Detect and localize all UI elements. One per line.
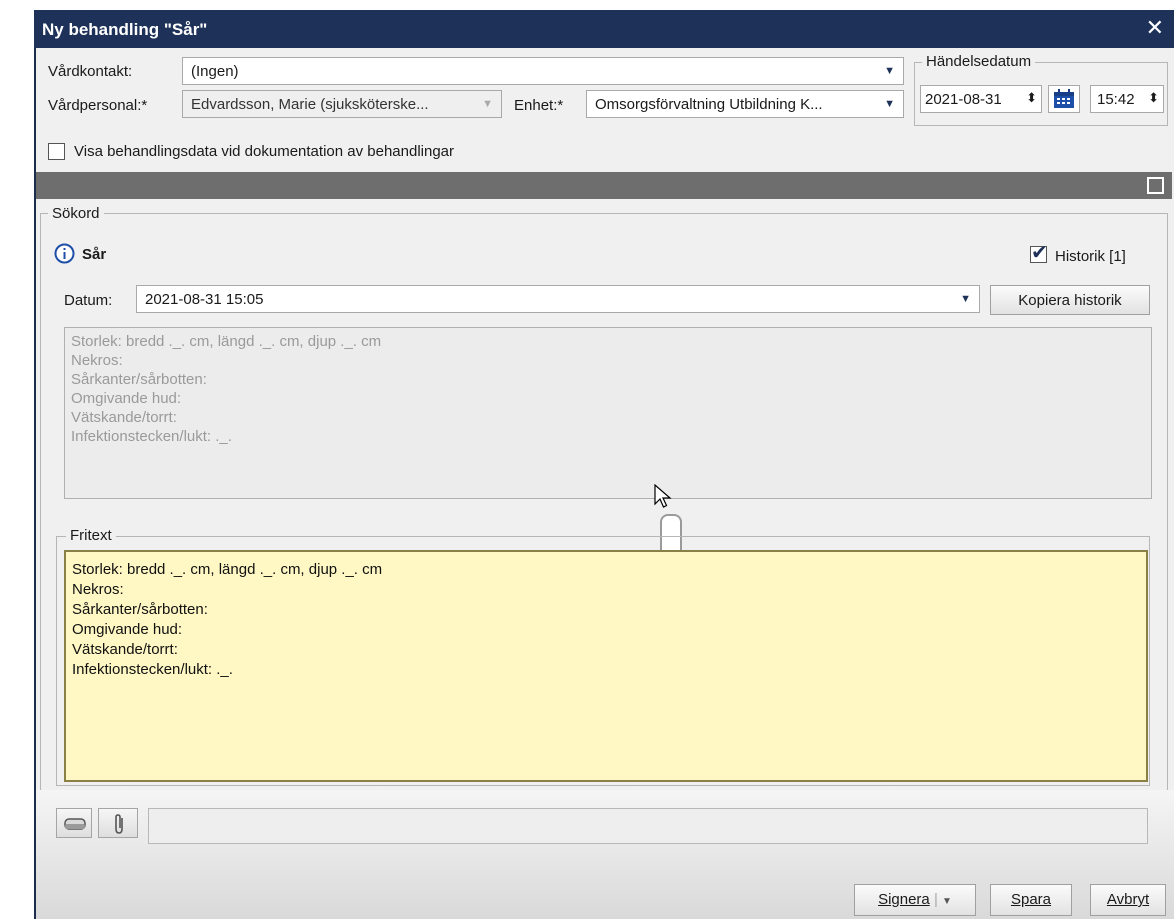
time-input[interactable]: 15:42 ⬍ <box>1090 85 1164 113</box>
vardkontakt-label: Vårdkontakt: <box>48 63 133 80</box>
dialog-titlebar: Ny behandling "Sår" ✕ <box>34 10 1174 48</box>
paperclip-icon <box>115 814 123 834</box>
signera-label: Signera <box>878 891 930 908</box>
spinner-icon[interactable]: ⬍ <box>1026 90 1037 106</box>
attachment-field[interactable] <box>148 808 1148 844</box>
eraser-icon <box>64 818 86 830</box>
history-textarea[interactable]: Storlek: bredd ._. cm, längd ._. cm, dju… <box>64 327 1152 499</box>
sokord-title: Sökord <box>48 205 104 222</box>
datum-select[interactable]: 2021-08-31 15:05 ▼ <box>136 285 980 313</box>
signera-button[interactable]: Signera | ▼ <box>854 884 976 916</box>
fritext-title: Fritext <box>66 527 116 544</box>
kopiera-historik-button[interactable]: Kopiera historik <box>990 285 1150 315</box>
spara-label: Spara <box>1010 891 1052 908</box>
historik-label: Historik [1] <box>1055 248 1126 265</box>
chevron-down-icon: ▼ <box>884 65 895 77</box>
enhet-label: Enhet:* <box>514 97 564 114</box>
chevron-down-icon: ▼ <box>482 98 493 110</box>
dropdown-separator: | <box>933 891 938 908</box>
spinner-icon[interactable]: ⬍ <box>1148 90 1159 106</box>
chevron-down-icon: ▼ <box>960 293 971 305</box>
date-value: 2021-08-31 <box>925 91 1002 108</box>
vardpersonal-value: Edvardsson, Marie (sjuksköterske... <box>191 96 429 113</box>
handelsedatum-title: Händelsedatum <box>922 53 1036 70</box>
search-term: Sår <box>82 246 107 263</box>
chevron-down-icon: ▼ <box>884 98 895 110</box>
info-icon[interactable] <box>54 243 75 264</box>
eraser-button[interactable] <box>56 808 92 838</box>
spara-button[interactable]: Spara <box>990 884 1072 916</box>
vardkontakt-select[interactable]: (Ingen) ▼ <box>182 57 904 85</box>
kopiera-historik-label: Kopiera historik <box>1018 292 1122 309</box>
attachment-button[interactable] <box>98 808 138 838</box>
mouse-pointer-icon <box>654 484 672 508</box>
enhet-value: Omsorgsförvaltning Utbildning K... <box>595 96 823 113</box>
dialog-title: Ny behandling "Sår" <box>42 20 208 39</box>
show-treatment-data-label: Visa behandlingsdata vid dokumentation a… <box>74 143 455 160</box>
vardpersonal-label: Vårdpersonal:* <box>48 97 148 114</box>
calendar-icon <box>1054 89 1074 108</box>
date-input[interactable]: 2021-08-31 ⬍ <box>920 85 1042 113</box>
datum-value: 2021-08-31 15:05 <box>145 291 264 308</box>
chevron-down-icon[interactable]: ▼ <box>942 896 952 907</box>
vardpersonal-select[interactable]: Edvardsson, Marie (sjuksköterske... ▼ <box>182 90 502 118</box>
background-strip <box>0 0 34 919</box>
checkmark-icon: ✔ <box>1031 242 1048 264</box>
maximize-icon[interactable] <box>1147 177 1164 194</box>
show-treatment-data-checkbox[interactable] <box>48 143 65 160</box>
enhet-select[interactable]: Omsorgsförvaltning Utbildning K... ▼ <box>586 90 904 118</box>
fritext-textarea[interactable]: Storlek: bredd ._. cm, längd ._. cm, dju… <box>64 550 1148 782</box>
avbryt-label: Avbryt <box>1106 891 1150 908</box>
historik-checkbox[interactable]: ✔ <box>1030 242 1048 264</box>
time-value: 15:42 <box>1097 91 1135 108</box>
close-icon[interactable]: ✕ <box>1146 15 1164 41</box>
vardkontakt-value: (Ingen) <box>191 63 239 80</box>
datum-label: Datum: <box>64 292 113 309</box>
avbryt-button[interactable]: Avbryt <box>1090 884 1166 916</box>
calendar-button[interactable] <box>1048 85 1080 113</box>
section-header-bar <box>36 172 1172 199</box>
